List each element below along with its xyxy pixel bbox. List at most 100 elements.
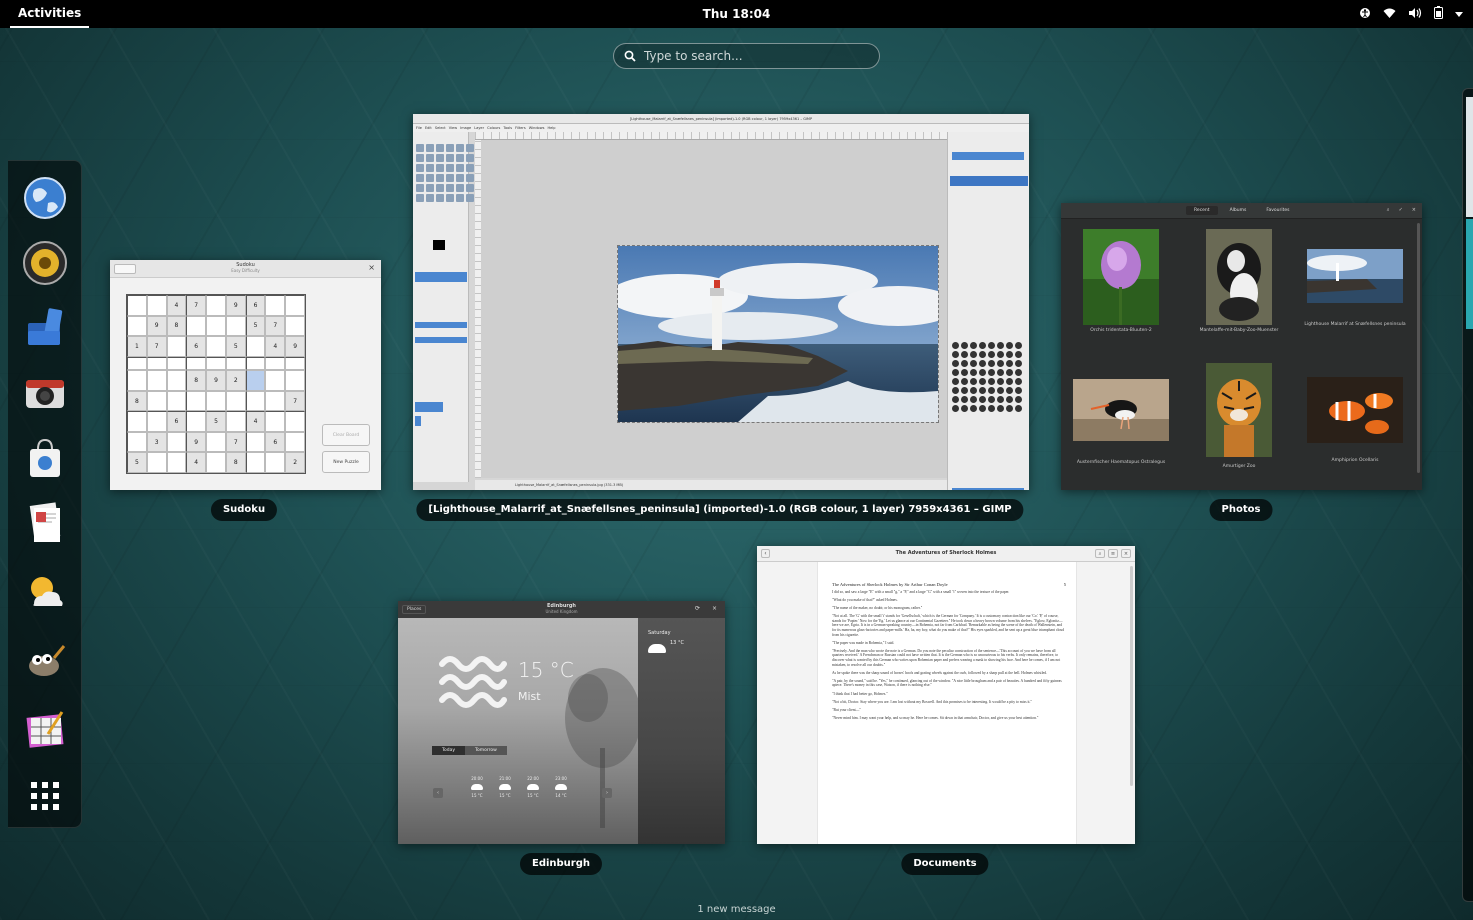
sudoku-cell[interactable]: 6: [245, 295, 266, 316]
cheese-camera-icon[interactable]: [22, 370, 68, 416]
sudoku-cell[interactable]: 9: [186, 431, 207, 453]
layer-row[interactable]: [950, 176, 1028, 186]
sudoku-cell[interactable]: [186, 315, 207, 337]
photo-item[interactable]: Austernfischer Haematopus Ostralegus: [1067, 379, 1175, 467]
sudoku-cell[interactable]: [245, 390, 266, 412]
sudoku-cell[interactable]: [186, 356, 207, 371]
sudoku-cell[interactable]: 6: [265, 431, 286, 453]
sudoku-cell[interactable]: 3: [146, 431, 167, 453]
image-canvas[interactable]: [481, 140, 947, 478]
sudoku-cell[interactable]: 2: [225, 370, 246, 391]
sudoku-cell[interactable]: [206, 336, 226, 357]
refresh-icon[interactable]: ⟳: [695, 605, 700, 612]
tool-icons[interactable]: [416, 144, 474, 202]
sudoku-cell[interactable]: [146, 356, 167, 371]
sudoku-cell[interactable]: 9: [225, 295, 246, 316]
forecast-toggle[interactable]: Today Tomorrow: [432, 746, 507, 755]
sudoku-cell[interactable]: [206, 452, 226, 473]
sudoku-cell[interactable]: [206, 390, 226, 412]
show-apps-grid-icon[interactable]: [22, 773, 68, 819]
sudoku-cell[interactable]: [225, 390, 246, 412]
spacing-slider[interactable]: [952, 488, 1024, 490]
weather-caption[interactable]: Edinburgh: [519, 853, 603, 875]
sudoku-cell[interactable]: 2: [285, 452, 305, 473]
sudoku-cell[interactable]: 1: [127, 336, 147, 357]
sudoku-cell[interactable]: 8: [127, 390, 147, 412]
brushes-grid[interactable]: [952, 342, 1026, 412]
document-page[interactable]: The Adventures of Sherlock Holmes by Sir…: [817, 562, 1077, 844]
today-button[interactable]: Today: [432, 746, 466, 755]
sudoku-cell[interactable]: 4: [245, 411, 266, 432]
sudoku-cell[interactable]: 5: [245, 315, 266, 337]
sudoku-cell[interactable]: [166, 431, 187, 453]
sudoku-cell[interactable]: [127, 431, 147, 453]
sudoku-cell[interactable]: 4: [166, 295, 187, 316]
sudoku-cell[interactable]: [206, 431, 226, 453]
sudoku-cell[interactable]: [265, 411, 286, 432]
sudoku-cell[interactable]: [186, 390, 207, 412]
sudoku-cell[interactable]: [127, 370, 147, 391]
tomorrow-button[interactable]: Tomorrow: [465, 746, 507, 755]
epiphany-web-icon[interactable]: [22, 175, 68, 221]
sudoku-cell[interactable]: 4: [265, 336, 286, 357]
photo-item[interactable]: Amurtiger Zoo: [1185, 363, 1293, 471]
tab-albums[interactable]: Albums: [1222, 206, 1255, 215]
sudoku-window[interactable]: Sudoku Easy Difficulty × 479698571765498…: [110, 260, 381, 490]
sudoku-cell[interactable]: [265, 370, 286, 391]
search-input[interactable]: [644, 49, 864, 63]
search-icon[interactable]: ⌕: [1387, 207, 1390, 213]
wifi-icon[interactable]: [1383, 7, 1396, 22]
sudoku-cell[interactable]: [265, 390, 286, 412]
photos-caption[interactable]: Photos: [1209, 499, 1273, 521]
sudoku-cell[interactable]: [265, 452, 286, 473]
sudoku-cell[interactable]: [166, 336, 187, 357]
clear-board-button[interactable]: Clear Board: [322, 424, 370, 446]
select-check-icon[interactable]: ✓: [1399, 207, 1403, 213]
activities-button[interactable]: Activities: [10, 0, 90, 28]
weather-window[interactable]: Places Edinburgh United Kingdom ⟳ × 15 °…: [398, 601, 725, 844]
tab-favourites[interactable]: Favourites: [1258, 206, 1297, 215]
photo-item[interactable]: Mantelaffe-mit-Baby-Zoo-Muenster: [1185, 229, 1293, 335]
close-icon[interactable]: ×: [1121, 549, 1131, 558]
sudoku-cell[interactable]: [127, 411, 147, 432]
sudoku-cell[interactable]: 6: [166, 411, 187, 432]
workspace-2[interactable]: [1466, 219, 1473, 329]
sudoku-cell[interactable]: [166, 356, 187, 371]
photo-item[interactable]: Orchis tridentata-Bluuten-2: [1067, 229, 1175, 335]
sudoku-icon[interactable]: [22, 706, 68, 752]
close-icon[interactable]: ×: [1412, 207, 1416, 213]
sudoku-cell[interactable]: 8: [166, 315, 187, 337]
aspect-ratio-slider[interactable]: [415, 322, 467, 328]
gimp-window[interactable]: [Lighthouse_Malarrif_at_Snæfellsnes_peni…: [413, 114, 1029, 490]
sudoku-cell[interactable]: [245, 336, 266, 357]
sudoku-cell[interactable]: [265, 356, 286, 371]
sudoku-cell[interactable]: [285, 411, 305, 432]
photos-scrollbar[interactable]: [1417, 223, 1420, 473]
sudoku-cell[interactable]: 9: [285, 336, 305, 357]
gimp-layers-dock[interactable]: [947, 132, 1029, 490]
angle-slider[interactable]: [415, 337, 467, 343]
sudoku-cell[interactable]: 8: [186, 370, 207, 391]
layer-opacity-slider[interactable]: [952, 152, 1024, 160]
sudoku-cell[interactable]: [285, 315, 305, 337]
sudoku-cell[interactable]: [146, 295, 167, 316]
sudoku-cell[interactable]: [245, 431, 266, 453]
sudoku-cell[interactable]: [166, 390, 187, 412]
gimp-toolbox[interactable]: [413, 132, 474, 482]
chevron-right-icon[interactable]: ›: [602, 788, 612, 798]
chevron-down-icon[interactable]: [1455, 7, 1463, 21]
sudoku-cell[interactable]: [127, 356, 147, 371]
sudoku-cell[interactable]: 7: [265, 315, 286, 337]
opacity-slider[interactable]: [415, 272, 467, 282]
sudoku-cell[interactable]: 9: [146, 315, 167, 337]
gimp-caption[interactable]: [Lighthouse_Malarrif_at_Snæfellsnes_peni…: [416, 499, 1024, 521]
sudoku-cell[interactable]: [225, 411, 246, 432]
sudoku-cell[interactable]: 7: [146, 336, 167, 357]
sudoku-cell[interactable]: [127, 295, 147, 316]
files-icon[interactable]: [22, 305, 68, 351]
sudoku-cell[interactable]: 9: [206, 370, 226, 391]
accessibility-icon[interactable]: [1359, 7, 1371, 22]
sudoku-cell[interactable]: [206, 315, 226, 337]
close-icon[interactable]: ×: [712, 605, 717, 612]
sudoku-cell[interactable]: [265, 295, 286, 316]
